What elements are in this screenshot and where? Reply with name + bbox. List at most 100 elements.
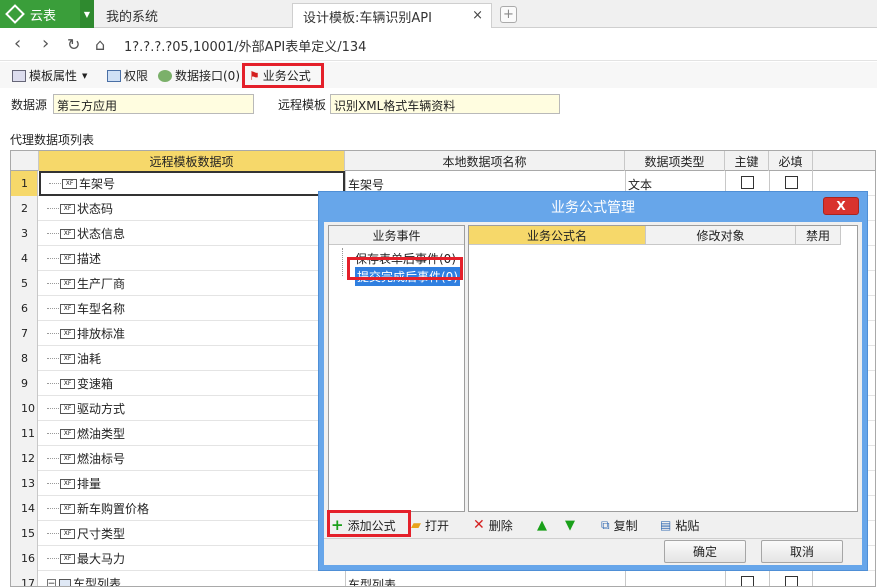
local-field-cell[interactable]: 车型列表 — [345, 571, 625, 586]
remote-field-label: 油耗 — [77, 352, 102, 366]
column-header[interactable]: 业务公式名 — [469, 226, 646, 245]
app-menu-button[interactable]: 云表 — [0, 0, 80, 28]
tree-line — [47, 408, 59, 409]
remote-field-label: 新车购置价格 — [77, 502, 150, 516]
data-interface-button[interactable]: 数据接口(0) — [158, 66, 240, 85]
column-header[interactable]: 修改对象 — [646, 226, 796, 245]
table-row[interactable]: 17 − 车型列表 车型列表 — [11, 571, 875, 587]
remote-field-cell[interactable]: XF 燃油类型 — [39, 421, 345, 446]
row-number: 7 — [11, 321, 38, 346]
collapse-icon[interactable]: − — [47, 579, 56, 586]
row-number: 12 — [11, 446, 38, 471]
remote-field-label: 车型列表 — [73, 577, 122, 587]
remote-field-cell[interactable]: XF 尺寸类型 — [39, 521, 345, 546]
dialog-close-button[interactable]: X — [823, 197, 859, 215]
app-menu-dropdown-icon[interactable]: ▼ — [80, 0, 94, 28]
column-header[interactable]: 数据项类型 — [625, 151, 725, 171]
remote-field-cell[interactable]: XF 描述 — [39, 246, 345, 271]
reload-icon[interactable]: ↻ — [67, 35, 80, 54]
remote-field-label: 车型名称 — [77, 302, 126, 316]
remote-field-cell[interactable]: XF 状态码 — [39, 196, 345, 221]
remote-field-cell[interactable]: XF 生产厂商 — [39, 271, 345, 296]
new-tab-button[interactable]: + — [500, 6, 517, 23]
highlight-add-formula — [327, 510, 411, 537]
column-header[interactable]: 必填 — [769, 151, 813, 171]
dialog-body: 业务事件 保存表单后事件(0) 提交完成后事件(0) 业务公式名 修改对象 禁用… — [324, 222, 862, 565]
highlight-business-formula — [242, 63, 324, 88]
row-number: 11 — [11, 421, 38, 446]
tree-line — [47, 208, 59, 209]
remote-field-cell[interactable]: XF 车型名称 — [39, 296, 345, 321]
row-number: 6 — [11, 296, 38, 321]
tab-my-system[interactable]: 我的系统 — [96, 3, 291, 28]
field-icon: XF — [60, 453, 75, 464]
required-checkbox[interactable] — [785, 176, 798, 189]
tree-line — [47, 333, 59, 334]
remote-field-cell[interactable]: XF 排放标准 — [39, 321, 345, 346]
remote-template-label: 远程模板 — [278, 98, 327, 112]
remote-field-cell[interactable]: XF 燃油标号 — [39, 446, 345, 471]
remote-field-cell[interactable]: XF 状态信息 — [39, 221, 345, 246]
required-checkbox[interactable] — [785, 576, 798, 586]
tree-line — [47, 533, 59, 534]
permission-button[interactable]: 权限 — [107, 66, 148, 85]
remote-field-cell[interactable]: XF 最大马力 — [39, 546, 345, 571]
paste-button[interactable]: ▤ 粘贴 — [660, 515, 699, 535]
remote-field-label: 驱动方式 — [77, 402, 126, 416]
template-toolbar: 模板属性 ▼ 权限 数据接口(0) ⚑ 业务公式 — [0, 62, 877, 88]
remote-field-cell[interactable]: XF 排量 — [39, 471, 345, 496]
copy-button[interactable]: ⧉ 复制 — [601, 515, 638, 535]
open-button[interactable]: ▰ 打开 — [411, 515, 449, 535]
tree-line — [47, 433, 59, 434]
remote-field-label: 燃油类型 — [77, 427, 126, 441]
tree-line — [47, 233, 59, 234]
tab-design-template[interactable]: 设计模板:车辆识别API × — [292, 3, 492, 28]
remote-field-label: 描述 — [77, 252, 102, 266]
remote-field-label: 变速箱 — [77, 377, 114, 391]
remote-field-cell[interactable]: XF 车架号 — [39, 171, 345, 196]
arrow-down-icon: ▼ — [565, 517, 575, 533]
primary-key-cell — [725, 571, 769, 586]
datasource-field[interactable]: 第三方应用 — [53, 94, 254, 114]
home-icon[interactable]: ⌂ — [95, 35, 105, 54]
primary-key-checkbox[interactable] — [741, 576, 754, 586]
row-number: 5 — [11, 271, 38, 296]
field-type-cell[interactable] — [625, 571, 725, 586]
template-props-menu[interactable]: 模板属性 ▼ — [12, 66, 87, 85]
permission-icon — [107, 69, 121, 82]
tree-line — [342, 248, 343, 276]
datasource-label: 数据源 — [11, 98, 48, 112]
forward-icon[interactable]: › — [42, 33, 49, 54]
move-up-button[interactable]: ▲ — [537, 515, 551, 535]
template-props-icon — [12, 69, 26, 82]
column-header[interactable]: 远程模板数据项 — [39, 151, 345, 171]
cancel-button[interactable]: 取消 — [761, 540, 843, 563]
column-header[interactable]: 禁用 — [796, 226, 841, 245]
field-icon: XF — [60, 228, 75, 239]
remote-field-label: 尺寸类型 — [77, 527, 126, 541]
ok-button[interactable]: 确定 — [664, 540, 746, 563]
remote-field-cell[interactable]: XF 驱动方式 — [39, 396, 345, 421]
delete-button[interactable]: ✕ 删除 — [473, 515, 513, 535]
remote-field-label: 排放标准 — [77, 327, 126, 341]
field-icon: XF — [60, 303, 75, 314]
remote-field-cell[interactable]: XF 油耗 — [39, 346, 345, 371]
tree-line — [47, 458, 59, 459]
primary-key-checkbox[interactable] — [741, 176, 754, 189]
remote-template-field[interactable]: 识别XML格式车辆资料 — [330, 94, 560, 114]
tab-label: 设计模板:车辆识别API — [303, 10, 432, 26]
field-icon: XF — [60, 428, 75, 439]
move-down-button[interactable]: ▼ — [565, 515, 579, 535]
remote-field-label: 状态信息 — [77, 227, 126, 241]
remote-field-cell[interactable]: − 车型列表 — [39, 571, 345, 587]
column-header[interactable]: 主键 — [725, 151, 769, 171]
remote-field-cell[interactable]: XF 变速箱 — [39, 371, 345, 396]
back-icon[interactable]: ‹ — [14, 33, 21, 54]
grid-header: 远程模板数据项 本地数据项名称 数据项类型 主键 必填 — [11, 151, 875, 171]
events-header: 业务事件 — [329, 226, 464, 245]
close-tab-icon[interactable]: × — [472, 8, 483, 23]
url-text[interactable]: 1?.?.?.?05,10001/外部API表单定义/134 — [124, 36, 366, 55]
column-header[interactable]: 本地数据项名称 — [345, 151, 625, 171]
row-number: 9 — [11, 371, 38, 396]
remote-field-cell[interactable]: XF 新车购置价格 — [39, 496, 345, 521]
